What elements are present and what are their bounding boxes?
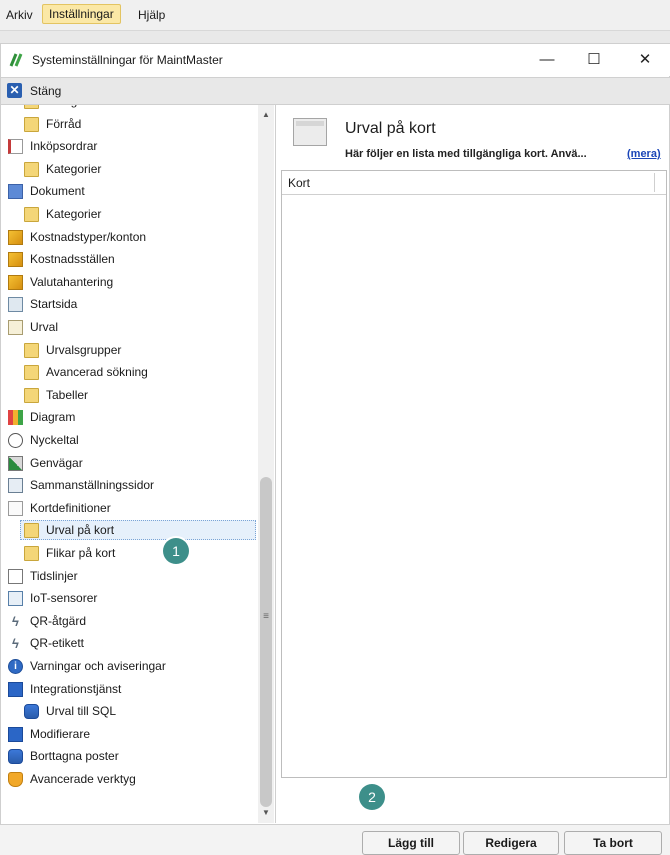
tree-item-label: Dokument <box>30 184 85 199</box>
tree-item-label: Kostnadstyper/konton <box>30 229 147 244</box>
puzzle-icon <box>8 726 23 742</box>
close-settings-button[interactable]: Stäng <box>30 84 61 98</box>
panel-title: Urval på kort <box>345 120 436 137</box>
tree-item-label: QR-åtgärd <box>30 613 87 628</box>
title-bar: Systeminställningar för MaintMaster — ☐ … <box>1 44 670 76</box>
database-icon <box>24 704 39 720</box>
folder-icon <box>24 342 39 358</box>
tree-item-label: Förråd <box>46 116 82 131</box>
settings-tree-pane: Kategorier Förråd Inköpsordrar Kategorier Do… <box>2 105 276 823</box>
database-icon <box>8 749 23 765</box>
tree-item-label: Valutahantering <box>30 274 114 289</box>
tree-item-label: Sammanställningssidor <box>30 478 155 493</box>
tree-item-label: Kategorier <box>46 161 102 176</box>
add-button[interactable]: Lägg till <box>362 831 460 855</box>
app-logo-icon <box>9 53 23 67</box>
maximize-icon[interactable]: ☐ <box>580 49 608 71</box>
panel-description: Här följer en lista med tillgängliga kor… <box>345 148 587 160</box>
card-icon <box>8 500 23 516</box>
tree-item-label: QR-etikett <box>30 636 85 651</box>
folder-icon <box>24 161 39 177</box>
folder-icon <box>24 116 39 132</box>
tree-item-label: Avancerad sökning <box>46 365 148 380</box>
folder-icon <box>24 523 39 539</box>
tree-item-label: Borttagna poster <box>30 749 119 764</box>
background-app-strip <box>0 31 670 43</box>
tree-item-label: Kategorier <box>46 207 102 221</box>
menu-item-hjalp[interactable]: Hjälp <box>138 8 165 22</box>
tree-item-label: Genvägar <box>30 455 83 470</box>
tree-item-label: Nyckeltal <box>30 433 79 447</box>
scroll-down-icon[interactable]: ▼ <box>258 805 274 821</box>
remove-button[interactable]: Ta bort <box>564 831 662 855</box>
document-icon <box>8 184 23 200</box>
tree-item-label: Kategorier <box>46 105 101 111</box>
house-icon <box>8 297 23 313</box>
column-header-label: Kort <box>288 176 311 190</box>
tree-item-label: Diagram <box>30 410 76 425</box>
shield-icon <box>8 772 23 787</box>
summary-page-icon <box>8 478 23 494</box>
folder-icon <box>24 546 39 561</box>
tree-item-label: Flikar på kort <box>46 546 116 560</box>
edit-button[interactable]: Redigera <box>463 831 559 855</box>
scroll-thumb[interactable] <box>260 477 272 807</box>
close-icon[interactable]: ✕ <box>631 49 659 71</box>
menu-item-arkiv[interactable]: Arkiv <box>6 8 33 22</box>
tree-item-label: Modifierare <box>30 726 91 741</box>
lightning-icon: ϟ <box>12 613 19 629</box>
more-link[interactable]: (mera) <box>627 148 661 160</box>
tree-item-label: Tabeller <box>46 387 89 402</box>
window-title: Systeminställningar för MaintMaster <box>32 53 223 67</box>
card-header-icon <box>293 118 327 146</box>
folder-icon <box>24 365 39 381</box>
menu-item-installningar[interactable]: Inställningar <box>42 4 121 24</box>
tree-item-label: Urval till SQL <box>46 704 117 719</box>
close-settings-icon[interactable]: ✕ <box>7 83 22 98</box>
gauge-icon <box>8 433 23 448</box>
tree-item-label: Startsida <box>30 297 78 312</box>
purchase-order-icon <box>8 139 23 155</box>
cards-list[interactable]: Kort <box>281 170 667 778</box>
minimize-icon[interactable]: — <box>533 49 561 71</box>
tree-item-label: Kortdefinitioner <box>30 500 111 515</box>
shortcut-icon <box>8 455 23 471</box>
detail-pane: Urval på kort Här följer en lista med ti… <box>278 105 669 855</box>
column-divider <box>654 173 655 192</box>
tree-item-label: Integrationstjänst <box>30 681 122 696</box>
callout-badge-2: 2 <box>359 784 385 810</box>
sensor-icon <box>8 591 23 607</box>
bar-chart-icon <box>8 410 23 426</box>
callout-badge-1: 1 <box>163 538 189 564</box>
lightning-icon: ϟ <box>12 636 19 652</box>
coins-icon <box>8 252 23 268</box>
tree-item-label: Avancerade verktyg <box>30 772 136 786</box>
tree-item-label: IoT-sensorer <box>30 591 98 606</box>
tree-item-label: Tidslinjer <box>30 568 78 583</box>
scroll-up-icon[interactable]: ▲ <box>258 107 274 123</box>
tree-item-label: Inköpsordrar <box>30 139 98 154</box>
tree-item-label: Varningar och aviseringar <box>30 659 166 673</box>
column-header[interactable]: Kort <box>282 171 666 195</box>
puzzle-icon <box>8 681 23 697</box>
list-icon <box>8 320 23 335</box>
menu-bar: Arkiv Inställningar Hjälp <box>0 0 670 31</box>
info-icon: i <box>8 659 23 674</box>
folder-icon <box>24 105 39 109</box>
folder-icon <box>24 387 39 403</box>
tree-item-label: Urvalsgrupper <box>46 342 122 357</box>
toolbar: ✕ Stäng <box>1 77 670 105</box>
coins-icon <box>8 274 23 290</box>
tree-item-label: Urval <box>30 320 59 334</box>
tree-item-label: Urval på kort <box>46 523 115 538</box>
timeline-icon <box>8 568 23 584</box>
coins-icon <box>8 229 23 245</box>
tree-scrollbar[interactable]: ▲ ≡ ▼ <box>258 105 274 823</box>
scroll-grip-icon: ≡ <box>263 611 269 622</box>
folder-icon <box>24 207 39 222</box>
settings-window: Systeminställningar för MaintMaster — ☐ … <box>0 43 670 855</box>
tree-item-label: Kostnadsställen <box>30 252 115 267</box>
